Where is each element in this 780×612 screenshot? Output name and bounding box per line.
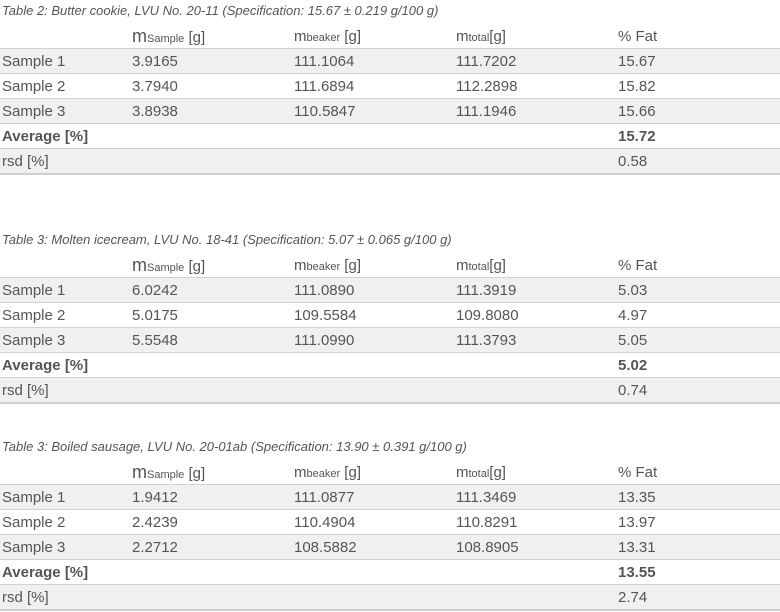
header-fat: % Fat [618,463,658,481]
table-row: Sample 3 2.2712 108.5882 108.8905 13.31 [0,534,780,560]
cell-fat: 15.82 [616,73,780,99]
cell-fat: 15.67 [616,48,780,74]
cell-m-sample: 2.2712 [130,534,292,560]
header-m-sample: mSample [g] [132,461,206,482]
table-row: Sample 2 2.4239 110.4904 110.8291 13.97 [0,509,780,535]
cell-m-total: 110.8291 [454,509,616,535]
table-row: Sample 2 3.7940 111.6894 112.2898 15.82 [0,73,780,99]
row-label: Sample 2 [0,73,130,99]
cell-m-beaker: 111.0890 [292,277,454,303]
cell-m-total: 112.2898 [454,73,616,99]
header-m-total: mtotal[g] [456,27,506,45]
cell-m-sample: 2.4239 [130,509,292,535]
header-m-total: mtotal[g] [456,463,506,481]
table-row: Sample 2 5.0175 109.5584 109.8080 4.97 [0,302,780,328]
cell-m-total: 111.3469 [454,484,616,510]
row-label: Sample 1 [0,484,130,510]
row-label: Sample 2 [0,302,130,328]
cell-m-total: 111.7202 [454,48,616,74]
rsd-value: 2.74 [616,584,780,611]
table-caption: Table 3: Molten icecream, LVU No. 18-41 … [2,232,452,247]
average-value: 5.02 [616,352,780,378]
cell-m-beaker: 110.5847 [292,98,454,124]
average-row: Average [%] 15.72 [0,123,780,149]
cell-m-sample: 5.5548 [130,327,292,353]
row-label: Sample 3 [0,98,130,124]
cell-fat: 5.05 [616,327,780,353]
header-m-beaker: mbeaker [g] [294,463,361,481]
table-caption: Table 2: Butter cookie, LVU No. 20-11 (S… [2,3,439,18]
header-row: mSample [g] mbeaker [g] mtotal[g] % Fat [0,460,780,485]
table-caption: Table 3: Boiled sausage, LVU No. 20-01ab… [2,439,467,454]
row-label: Sample 3 [0,327,130,353]
rsd-row: rsd [%] 2.74 [0,584,780,611]
row-label: Sample 1 [0,277,130,303]
cell-m-sample: 3.9165 [130,48,292,74]
table-row: Sample 1 6.0242 111.0890 111.3919 5.03 [0,277,780,303]
average-label: Average [%] [0,559,130,585]
header-row: mSample [g] mbeaker [g] mtotal[g] % Fat [0,253,780,278]
average-value: 15.72 [616,123,780,149]
rsd-label: rsd [%] [0,584,130,611]
header-label [0,253,130,278]
cell-fat: 13.31 [616,534,780,560]
cell-m-beaker: 111.6894 [292,73,454,99]
cell-m-beaker: 108.5882 [292,534,454,560]
rsd-row: rsd [%] 0.74 [0,377,780,404]
rsd-value: 0.74 [616,377,780,404]
table-row: Sample 1 3.9165 111.1064 111.7202 15.67 [0,48,780,74]
cell-m-beaker: 110.4904 [292,509,454,535]
row-label: Sample 2 [0,509,130,535]
cell-m-beaker: 109.5584 [292,302,454,328]
header-label [0,460,130,485]
average-value: 13.55 [616,559,780,585]
results-table: mSample [g] mbeaker [g] mtotal[g] % Fat … [0,460,780,611]
cell-m-beaker: 111.1064 [292,48,454,74]
row-label: Sample 3 [0,534,130,560]
cell-m-beaker: 111.0877 [292,484,454,510]
header-m-beaker: mbeaker [g] [294,256,361,274]
cell-m-total: 108.8905 [454,534,616,560]
rsd-row: rsd [%] 0.58 [0,148,780,175]
header-m-beaker: mbeaker [g] [294,27,361,45]
cell-fat: 15.66 [616,98,780,124]
header-label [0,24,130,49]
header-fat: % Fat [618,27,658,45]
cell-m-total: 111.3793 [454,327,616,353]
table-row: Sample 3 3.8938 110.5847 111.1946 15.66 [0,98,780,124]
cell-m-total: 109.8080 [454,302,616,328]
cell-fat: 13.97 [616,509,780,535]
table-row: Sample 1 1.9412 111.0877 111.3469 13.35 [0,484,780,510]
average-label: Average [%] [0,123,130,149]
row-label: Sample 1 [0,48,130,74]
cell-m-beaker: 111.0990 [292,327,454,353]
cell-m-sample: 3.7940 [130,73,292,99]
cell-m-total: 111.3919 [454,277,616,303]
results-table: mSample [g] mbeaker [g] mtotal[g] % Fat … [0,253,780,404]
cell-m-sample: 1.9412 [130,484,292,510]
cell-m-sample: 6.0242 [130,277,292,303]
rsd-label: rsd [%] [0,377,130,404]
header-m-sample: mSample [g] [132,254,206,275]
cell-fat: 4.97 [616,302,780,328]
rsd-label: rsd [%] [0,148,130,175]
rsd-value: 0.58 [616,148,780,175]
cell-m-total: 111.1946 [454,98,616,124]
results-table: mSample [g] mbeaker [g] mtotal[g] % Fat … [0,24,780,175]
cell-m-sample: 5.0175 [130,302,292,328]
cell-fat: 5.03 [616,277,780,303]
header-m-sample: mSample [g] [132,25,206,46]
table-row: Sample 3 5.5548 111.0990 111.3793 5.05 [0,327,780,353]
average-row: Average [%] 13.55 [0,559,780,585]
cell-m-sample: 3.8938 [130,98,292,124]
cell-fat: 13.35 [616,484,780,510]
header-fat: % Fat [618,256,658,274]
average-row: Average [%] 5.02 [0,352,780,378]
header-row: mSample [g] mbeaker [g] mtotal[g] % Fat [0,24,780,49]
header-m-total: mtotal[g] [456,256,506,274]
average-label: Average [%] [0,352,130,378]
